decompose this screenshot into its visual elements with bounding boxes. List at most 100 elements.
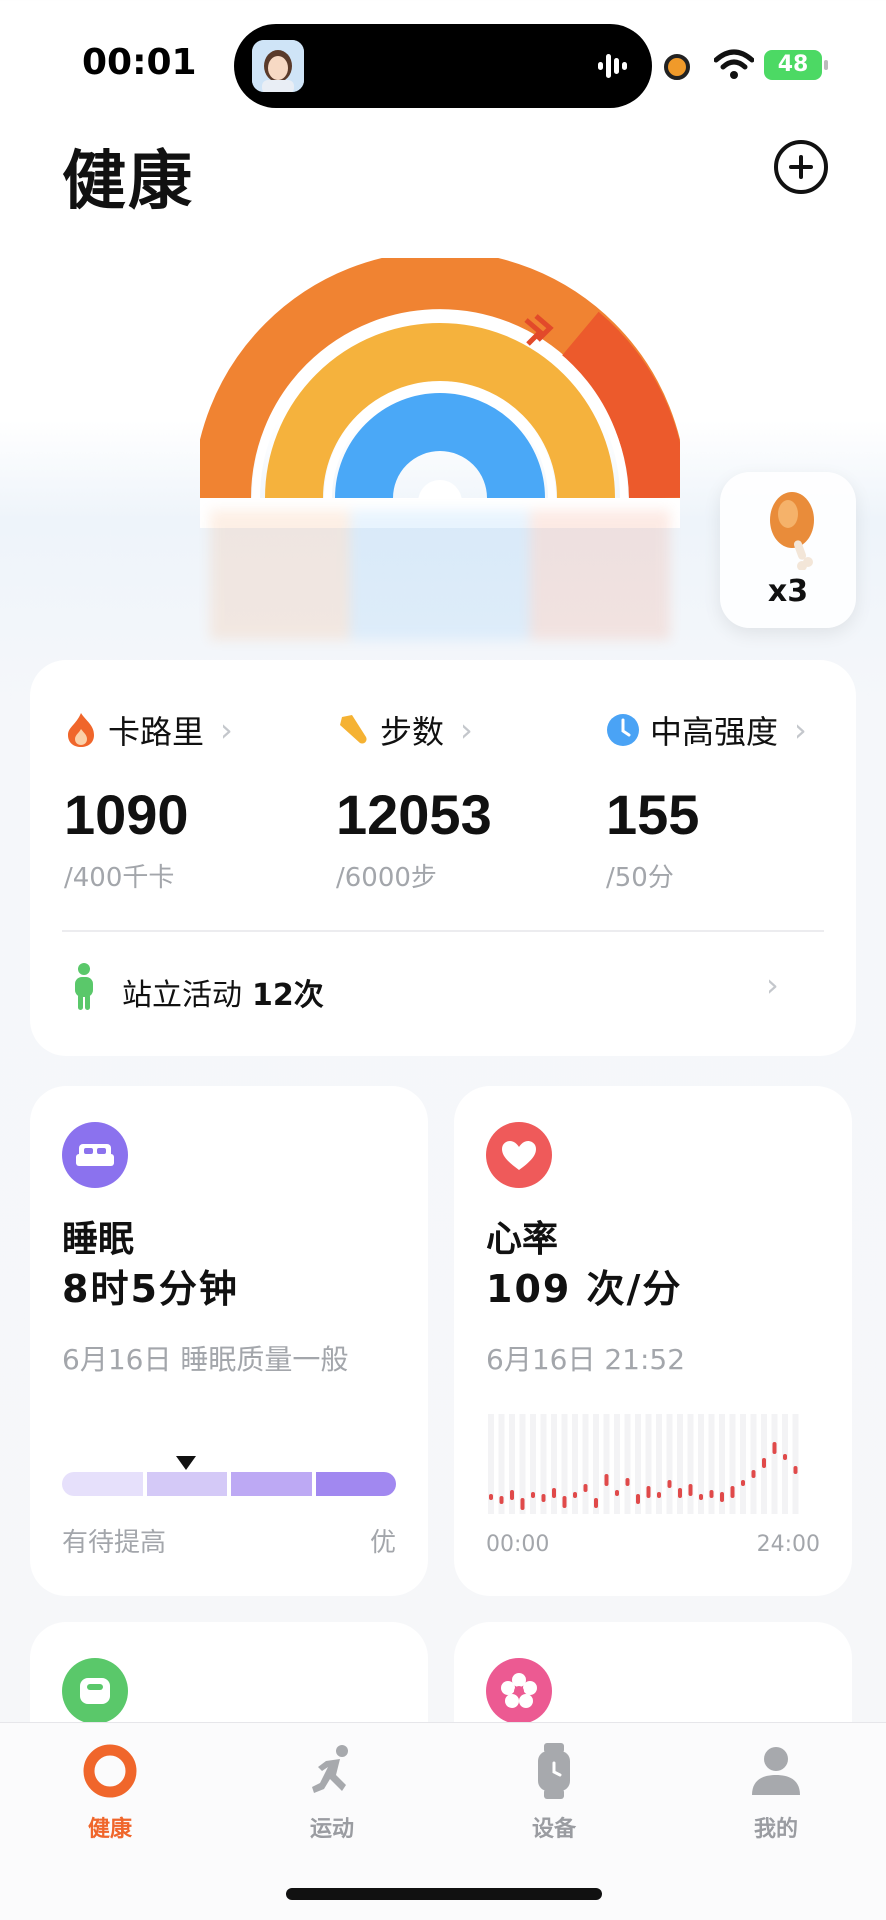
- calories-goal: /400千卡: [64, 863, 175, 893]
- heart-rate-mark: [699, 1494, 703, 1500]
- heart-rate-value: 109 次/分: [486, 1267, 683, 1311]
- home-indicator[interactable]: [286, 1888, 602, 1900]
- activity-rings[interactable]: [200, 258, 680, 528]
- sleep-bar-segment: [315, 1472, 396, 1496]
- steps-value: 12053: [336, 783, 492, 846]
- heart-rate-mark: [772, 1442, 777, 1454]
- activity-summary-card: 卡路里 › 1090 /400千卡 步数 › 12053 /6000步 中高强度…: [30, 660, 856, 1056]
- add-button[interactable]: [774, 140, 828, 194]
- stand-activity-row[interactable]: 站立活动 12次: [122, 970, 324, 1014]
- tab-label: 我的: [753, 1817, 798, 1842]
- status-bar: 00:01 48: [0, 0, 886, 120]
- tab-devices[interactable]: 设备: [474, 1741, 634, 1843]
- intensity-value: 155: [606, 783, 700, 846]
- status-time: 00:01: [82, 42, 197, 83]
- tab-exercise[interactable]: 运动: [252, 1741, 412, 1843]
- flame-icon: [68, 713, 94, 747]
- heart-rate-mark: [688, 1484, 693, 1496]
- steps-goal: /6000步: [336, 863, 437, 893]
- runner-icon: [312, 1745, 348, 1793]
- heart-rate-mark: [783, 1454, 787, 1460]
- heart-rate-mark: [499, 1496, 504, 1504]
- sleep-summary: 6月16日 睡眠质量一般: [62, 1343, 349, 1376]
- heart-rate-mark: [657, 1492, 661, 1498]
- drumstick-icon: [770, 492, 814, 570]
- sleep-scale-high: 优: [369, 1528, 396, 1558]
- ring-icon: [83, 1744, 137, 1798]
- chevron-right-icon: ›: [794, 711, 807, 749]
- heart-rate-mark: [520, 1498, 525, 1510]
- bed-icon: [62, 1122, 128, 1188]
- sleep-bar-segment: [146, 1472, 227, 1496]
- heart-rate-mark: [531, 1492, 535, 1498]
- heart-rate-mark: [594, 1498, 598, 1508]
- chevron-right-icon: ›: [220, 711, 233, 749]
- stand-value: 12次: [252, 978, 324, 1013]
- heart-rate-mark: [552, 1488, 556, 1498]
- calories-metric[interactable]: 卡路里 › 1090 /400千卡: [64, 710, 233, 894]
- tab-label: 健康: [87, 1817, 132, 1842]
- standing-person-icon: [75, 963, 93, 1010]
- tab-health[interactable]: 健康: [30, 1741, 190, 1843]
- heart-rate-mark: [510, 1490, 514, 1500]
- heart-rate-mark: [625, 1478, 630, 1486]
- heart-rate-mark: [583, 1484, 588, 1492]
- heart-rate-mark: [720, 1492, 724, 1502]
- person-icon: [752, 1747, 800, 1795]
- chart-x-start: 00:00: [486, 1532, 550, 1557]
- sleep-bar-segment: [62, 1472, 143, 1496]
- heart-rate-mark: [615, 1490, 619, 1496]
- chart-x-end: 24:00: [756, 1532, 820, 1557]
- calories-value: 1090: [64, 783, 189, 846]
- wifi-icon: [714, 49, 754, 79]
- divider: [62, 930, 824, 932]
- heart-rate-mark: [646, 1486, 651, 1498]
- heart-rate-mark: [667, 1480, 672, 1488]
- dynamic-island[interactable]: [234, 24, 652, 108]
- reward-count: x3: [767, 574, 809, 609]
- heart-rate-mark: [541, 1494, 546, 1502]
- steps-label: 步数: [380, 713, 445, 751]
- sleep-quality-bar: [62, 1472, 396, 1496]
- sleep-card[interactable]: 睡眠 8时5分钟 6月16日 睡眠质量一般 有待提高 优: [30, 1086, 428, 1596]
- flower-icon: [486, 1658, 552, 1724]
- tab-label: 运动: [309, 1817, 354, 1842]
- intensity-label: 中高强度: [650, 713, 779, 751]
- heart-title: 心率: [486, 1219, 559, 1260]
- audio-wave-icon: [598, 54, 627, 78]
- watch-icon: [538, 1743, 570, 1799]
- page-title: 健康: [62, 145, 194, 219]
- heart-rate-mark: [709, 1490, 714, 1498]
- steps-metric[interactable]: 步数 › 12053 /6000步: [336, 710, 492, 894]
- heart-rate-mark: [678, 1488, 682, 1498]
- shoe-icon: [340, 715, 367, 744]
- chevron-right-icon[interactable]: ›: [766, 966, 779, 1004]
- sleep-title: 睡眠: [62, 1219, 135, 1260]
- heart-icon: [486, 1122, 552, 1188]
- sleep-quality-marker: [175, 1456, 196, 1470]
- heart-rate-mark: [730, 1486, 735, 1498]
- rings-reflection: [210, 510, 670, 640]
- tab-me[interactable]: 我的: [696, 1741, 856, 1843]
- stand-label: 站立活动: [122, 978, 242, 1013]
- heart-rate-mark: [741, 1480, 745, 1486]
- heart-timestamp: 6月16日 21:52: [486, 1343, 686, 1376]
- reward-card[interactable]: x3: [720, 472, 856, 628]
- battery-indicator: 48: [764, 50, 828, 80]
- intensity-goal: /50分: [606, 863, 674, 893]
- tab-label: 设备: [531, 1817, 576, 1842]
- scale-icon: [62, 1658, 128, 1724]
- heart-rate-card[interactable]: 心率 109 次/分 6月16日 21:52 00:00 24:00: [454, 1086, 852, 1596]
- heart-rate-mark: [489, 1494, 493, 1500]
- heart-rate-chart: [488, 1414, 799, 1514]
- sleep-duration: 8时5分钟: [62, 1267, 239, 1311]
- sleep-scale-low: 有待提高: [62, 1528, 167, 1558]
- chevron-right-icon: ›: [460, 711, 473, 749]
- clock-icon: [607, 714, 639, 746]
- heart-rate-mark: [573, 1492, 577, 1498]
- heart-rate-mark: [636, 1494, 640, 1504]
- avatar: [252, 40, 304, 92]
- intensity-metric[interactable]: 中高强度 › 155 /50分: [606, 710, 807, 894]
- heart-rate-mark: [751, 1470, 756, 1478]
- calories-label: 卡路里: [108, 713, 205, 751]
